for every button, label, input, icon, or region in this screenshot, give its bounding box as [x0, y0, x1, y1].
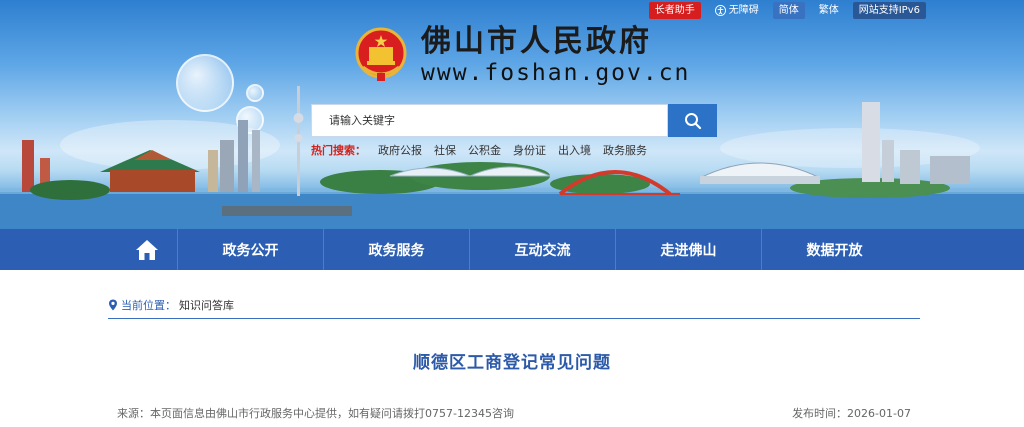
search-button[interactable]	[668, 104, 717, 137]
hot-search-label: 热门搜索：	[311, 144, 366, 157]
accessibility-icon	[714, 5, 726, 16]
national-emblem-icon	[355, 27, 407, 81]
simplified-chinese-button[interactable]: 简体	[772, 2, 805, 19]
site-logo[interactable]: 佛山市人民政府 www.foshan.gov.cn	[355, 24, 690, 86]
breadcrumb: 当前位置： 知识问答库	[108, 297, 234, 313]
article-date: 发布时间：2026-01-07	[792, 407, 911, 420]
breadcrumb-current[interactable]: 知识问答库	[179, 297, 234, 313]
traditional-chinese-button[interactable]: 繁体	[815, 2, 843, 19]
accessibility-button[interactable]: 无障碍	[711, 2, 763, 19]
hot-search: 热门搜索： 政府公报 社保 公积金 身份证 出入境 政务服务	[311, 144, 647, 158]
search-bar: 请输入关键字	[311, 104, 717, 137]
nav-home[interactable]	[117, 229, 177, 270]
hot-search-link[interactable]: 政府公报	[378, 144, 422, 158]
hot-search-link[interactable]: 出入境	[558, 144, 591, 158]
main-nav: 政务公开 政务服务 互动交流 走进佛山 数据开放	[0, 229, 1024, 270]
location-pin-icon	[109, 299, 117, 311]
search-icon	[684, 112, 701, 129]
nav-item-about-foshan[interactable]: 走进佛山	[615, 229, 761, 270]
nav-item-open-data[interactable]: 数据开放	[761, 229, 907, 270]
breadcrumb-divider	[108, 318, 920, 319]
hot-search-link[interactable]: 政务服务	[603, 144, 647, 158]
top-utility-bar: 长者助手 无障碍 简体 繁体 网站支持IPv6	[648, 2, 926, 19]
hot-search-link[interactable]: 公积金	[468, 144, 501, 158]
breadcrumb-label: 当前位置：	[121, 299, 176, 312]
nav-item-interaction[interactable]: 互动交流	[469, 229, 615, 270]
article-source: 来源：本页面信息由佛山市行政服务中心提供，如有疑问请拨打0757-12345咨询	[117, 407, 514, 420]
elder-assistant-button[interactable]: 长者助手	[648, 2, 701, 19]
hot-search-link[interactable]: 身份证	[513, 144, 546, 158]
nav-item-government-services[interactable]: 政务服务	[323, 229, 469, 270]
site-title: 佛山市人民政府	[421, 24, 652, 59]
header-banner: 长者助手 无障碍 简体 繁体 网站支持IPv6 佛山市人民政府 www.fosh…	[0, 0, 1024, 229]
accessibility-label: 无障碍	[728, 5, 759, 16]
page-title: 顺德区工商登记常见问题	[413, 353, 611, 373]
nav-item-government-affairs[interactable]: 政务公开	[177, 229, 323, 270]
site-url: www.foshan.gov.cn	[421, 60, 691, 86]
home-icon	[136, 239, 158, 260]
hot-search-link[interactable]: 社保	[434, 144, 456, 158]
search-input[interactable]: 请输入关键字	[311, 104, 668, 137]
ipv6-badge: 网站支持IPv6	[852, 2, 926, 19]
